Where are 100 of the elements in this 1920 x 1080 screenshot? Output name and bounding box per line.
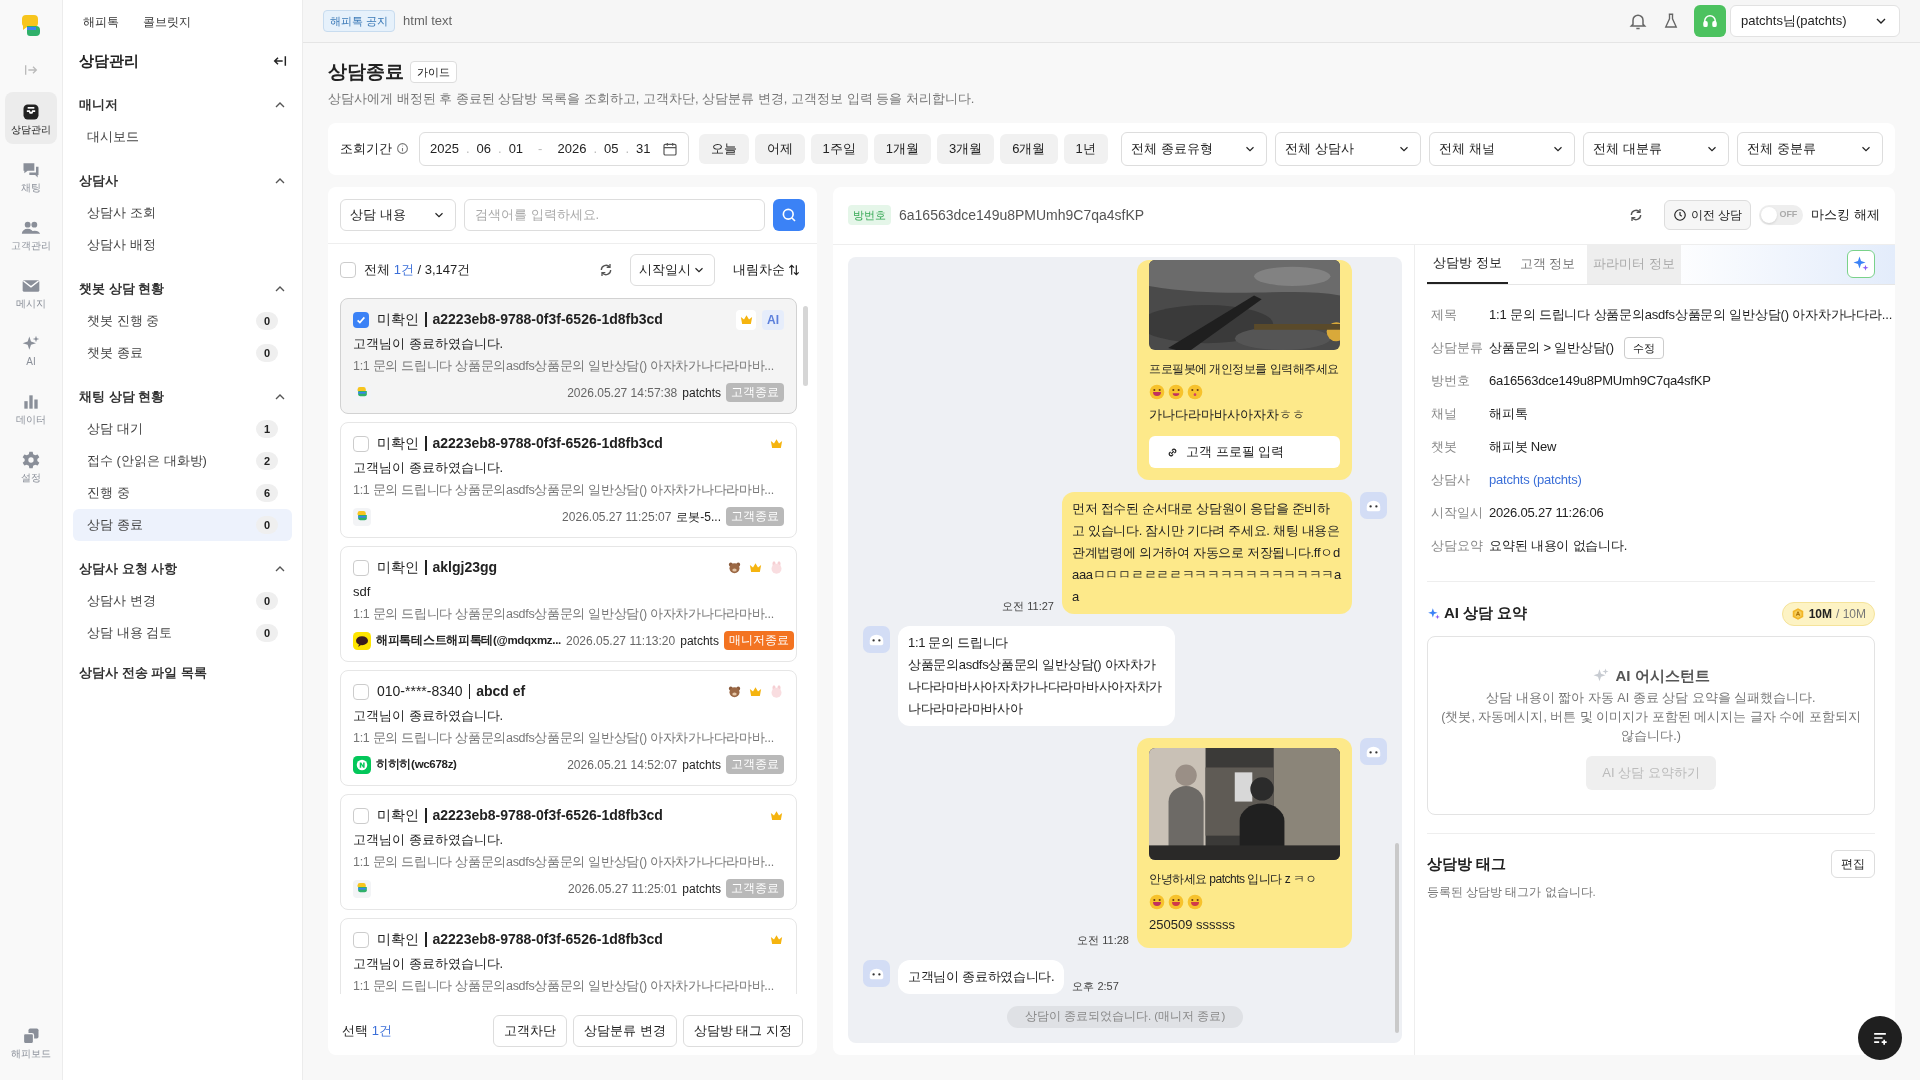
end-type-badge: 고객종료 bbox=[726, 879, 784, 898]
info-icon[interactable] bbox=[396, 142, 409, 155]
period-button[interactable]: 오늘 bbox=[698, 133, 749, 164]
menu-item-label: 챗봇 종료 bbox=[87, 344, 143, 363]
conversation-card[interactable]: 미확인 aklgj23gg sdf 1:1 문의 드립니다 상품문의asdfs상품문의 일반상담() 아자차가나다라마바... 해피톡테스트해피톡테(@mdqxmz... 2026.05.27 11:13:20 patchts 매니저종료 bbox=[340, 545, 797, 662]
collapse-icon[interactable] bbox=[272, 53, 288, 69]
end-type-badge: 매니저종료 bbox=[723, 631, 794, 650]
conversation-time: 2026.05.27 11:25:07 bbox=[562, 508, 672, 526]
last-message: 고객님이 종료하였습니다. bbox=[353, 830, 505, 849]
agent-link[interactable]: patchts (patchts) bbox=[1489, 470, 1582, 490]
edit-category-button[interactable]: 수정 bbox=[1623, 337, 1664, 359]
crown-icon bbox=[769, 932, 784, 947]
filter-select[interactable]: 전체 중분류 bbox=[1737, 131, 1883, 166]
guide-button[interactable]: 가이드 bbox=[410, 60, 457, 84]
menu-item[interactable]: 챗봇 종료 0 bbox=[73, 337, 292, 369]
conversation-status: 미확인 bbox=[377, 558, 419, 577]
conversation-card[interactable]: 미확인 a2223eb8-9788-0f3f-6526-1d8fb3cd 고객님이 종료하였습니다. 1:1 문의 드립니다 상품문의asdfs상품문의 일반상담() 아자차가나다라마바... 2026.05.27 11:25:01 patchts 고객종료 bbox=[340, 793, 797, 910]
quota-badge: 10M / 10M bbox=[1781, 601, 1875, 626]
rabbit-icon bbox=[769, 560, 784, 575]
menu-item[interactable]: 상담 대기 1 bbox=[73, 413, 292, 445]
section-header[interactable]: 매니저 bbox=[63, 89, 302, 121]
menu-item-label: 상담 내용 검토 bbox=[87, 624, 173, 643]
menu-item-label: 챗봇 진행 중 bbox=[87, 312, 160, 331]
info-label: 방번호 bbox=[1431, 372, 1471, 391]
section-header[interactable]: 챗봇 상담 현황 bbox=[63, 273, 302, 305]
period-button[interactable]: 3개월 bbox=[937, 133, 995, 164]
section-header[interactable]: 상담사 bbox=[63, 165, 302, 197]
conversation-card[interactable]: 미확인 a2223eb8-9788-0f3f-6526-1d8fb3cd 고객님이 종료하였습니다. 1:1 문의 드립니다 상품문의asdfs상품문의 일반상담() 아자차가나다라마바... bbox=[340, 917, 797, 994]
section-header[interactable]: 상담사 요청 사항 bbox=[63, 553, 302, 585]
notice-text[interactable]: html text bbox=[403, 11, 453, 31]
conversation-card[interactable]: 미확인 a2223eb8-9788-0f3f-6526-1d8fb3cd 고객님이 종료하였습니다. 1:1 문의 드립니다 상품문의asdfs상품문의 일반상담() 아자차가나다라마바... 2026.05.27 11:25:07 로봇-5... 고객종료 bbox=[340, 421, 797, 538]
headset-button[interactable] bbox=[1694, 5, 1726, 37]
info-value: 요약된 내용이 없습니다. bbox=[1489, 537, 1628, 556]
search-scope-select[interactable]: 상담 내용 bbox=[340, 198, 456, 231]
agent-name: patchts bbox=[682, 880, 721, 898]
user-menu[interactable]: patchts님(patchts) bbox=[1730, 5, 1900, 37]
period-button[interactable]: 어제 bbox=[754, 133, 805, 164]
filter-select[interactable]: 전체 상담사 bbox=[1275, 131, 1421, 166]
flask-icon[interactable] bbox=[1662, 12, 1680, 30]
checkbox[interactable] bbox=[353, 683, 369, 700]
period-button[interactable]: 6개월 bbox=[1000, 133, 1058, 164]
filter-select[interactable]: 전체 채널 bbox=[1429, 131, 1575, 166]
filter-select[interactable]: 전체 종료유형 bbox=[1121, 131, 1267, 166]
menu-item[interactable]: 상담 종료 0 bbox=[73, 509, 292, 541]
menu-item[interactable]: 챗봇 진행 중 0 bbox=[73, 305, 292, 337]
conversation-card[interactable]: 미확인 a2223eb8-9788-0f3f-6526-1d8fb3cd AI 고객님이 종료하였습니다. 1:1 문의 드립니다 상품문의asdfs상품문의 일반상담() 아자차가나다라마바... 2026.05.27 14:57:38 patchts 고객종료 bbox=[340, 297, 797, 414]
app-tab[interactable]: 해피톡 bbox=[83, 12, 119, 31]
sidebar-title: 상담관리 bbox=[79, 50, 139, 71]
info-value: 1:1 문의 드립니다 상품문의asdfs상품문의 일반상담() 아자차가나다라... bbox=[1489, 306, 1893, 325]
menu-link[interactable]: 상담사 전송 파일 목록 bbox=[63, 663, 302, 683]
agent-name: patchts bbox=[682, 756, 721, 774]
checkbox[interactable] bbox=[353, 931, 369, 948]
customer-name: 해피톡테스트해피톡테(@mdqxmz... bbox=[376, 632, 561, 648]
menu-item[interactable]: 상담사 배정 bbox=[73, 229, 292, 261]
expand-icon[interactable] bbox=[23, 62, 39, 78]
action-button[interactable]: 고객차단 bbox=[493, 1015, 568, 1047]
conversation-card[interactable]: 010-****-8340 abcd ef 고객님이 종료하였습니다. 1:1 문의 드립니다 상품문의asdfs상품문의 일반상담() 아자차가나다라마바... 히히히(wc678z) 2026.05.21 14:52:07 patchts 고객종료 bbox=[340, 669, 797, 786]
page-title: 상담종료 bbox=[328, 59, 404, 84]
logo-icon[interactable] bbox=[19, 14, 43, 38]
nav-item[interactable]: 상담관리 bbox=[5, 92, 57, 144]
select-all-checkbox[interactable] bbox=[340, 261, 356, 278]
checkbox[interactable] bbox=[353, 435, 369, 452]
action-button[interactable]: 상담분류 변경 bbox=[573, 1015, 677, 1047]
menu-item-label: 대시보드 bbox=[87, 128, 139, 147]
info-tab[interactable]: 고객 정보 bbox=[1513, 244, 1582, 284]
scrollbar[interactable] bbox=[1395, 843, 1399, 1033]
menu-button[interactable] bbox=[1858, 1016, 1902, 1060]
count-badge: 0 bbox=[256, 624, 278, 642]
menu-item[interactable]: 접수 (안읽은 대화방) 2 bbox=[73, 445, 292, 477]
sort-order-button[interactable]: 내림차순 bbox=[733, 259, 801, 280]
period-button[interactable]: 1년 bbox=[1063, 133, 1108, 164]
profile-button[interactable]: 고객 프로필 입력 bbox=[1149, 436, 1340, 468]
conversation-status: 미확인 bbox=[377, 310, 419, 329]
edit-button[interactable]: 편집 bbox=[1831, 850, 1875, 878]
refresh-icon[interactable] bbox=[598, 261, 614, 278]
menu-item[interactable]: 대시보드 bbox=[73, 121, 292, 153]
period-button[interactable]: 1주일 bbox=[810, 133, 868, 164]
search-field[interactable]: 검색어를 입력하세요. bbox=[464, 198, 765, 231]
end-type-badge: 고객종료 bbox=[726, 383, 784, 402]
menu-item[interactable]: 상담사 변경 0 bbox=[73, 585, 292, 617]
checkbox[interactable] bbox=[353, 559, 369, 576]
menu-item-label: 상담 대기 bbox=[87, 420, 143, 439]
search-button[interactable] bbox=[773, 198, 805, 231]
action-button[interactable]: 상담방 태그 지정 bbox=[682, 1015, 803, 1047]
app-tab[interactable]: 콜브릿지 bbox=[143, 12, 191, 31]
checkbox[interactable] bbox=[353, 807, 369, 824]
period-button[interactable]: 1개월 bbox=[873, 133, 932, 164]
menu-item[interactable]: 상담사 조회 bbox=[73, 197, 292, 229]
checkbox[interactable] bbox=[353, 311, 369, 328]
assistant-note: (챗봇, 자동메시지, 버튼 및 이미지가 포함된 메시지는 글자 수에 포함되지 않습니다.) bbox=[1440, 709, 1862, 745]
menu-item[interactable]: 진행 중 6 bbox=[73, 477, 292, 509]
ai-button[interactable] bbox=[1847, 250, 1875, 278]
filter-select[interactable]: 전체 대분류 bbox=[1583, 131, 1729, 166]
info-tab[interactable]: 상담방 정보 bbox=[1427, 244, 1508, 284]
sort-field-select[interactable]: 시작일시 bbox=[630, 253, 715, 286]
date-range-field[interactable]: 2025 . 06 . 01 - 2026 . 05 . 31 bbox=[419, 131, 689, 166]
menu-item[interactable]: 상담 내용 검토 0 bbox=[73, 617, 292, 649]
message-preview: 1:1 문의 드립니다 상품문의asdfs상품문의 일반상담() 아자차가나다라마바... bbox=[353, 853, 775, 871]
history-button[interactable]: 이전 상담 bbox=[1664, 200, 1752, 230]
section-header[interactable]: 채팅 상담 현황 bbox=[63, 381, 302, 413]
